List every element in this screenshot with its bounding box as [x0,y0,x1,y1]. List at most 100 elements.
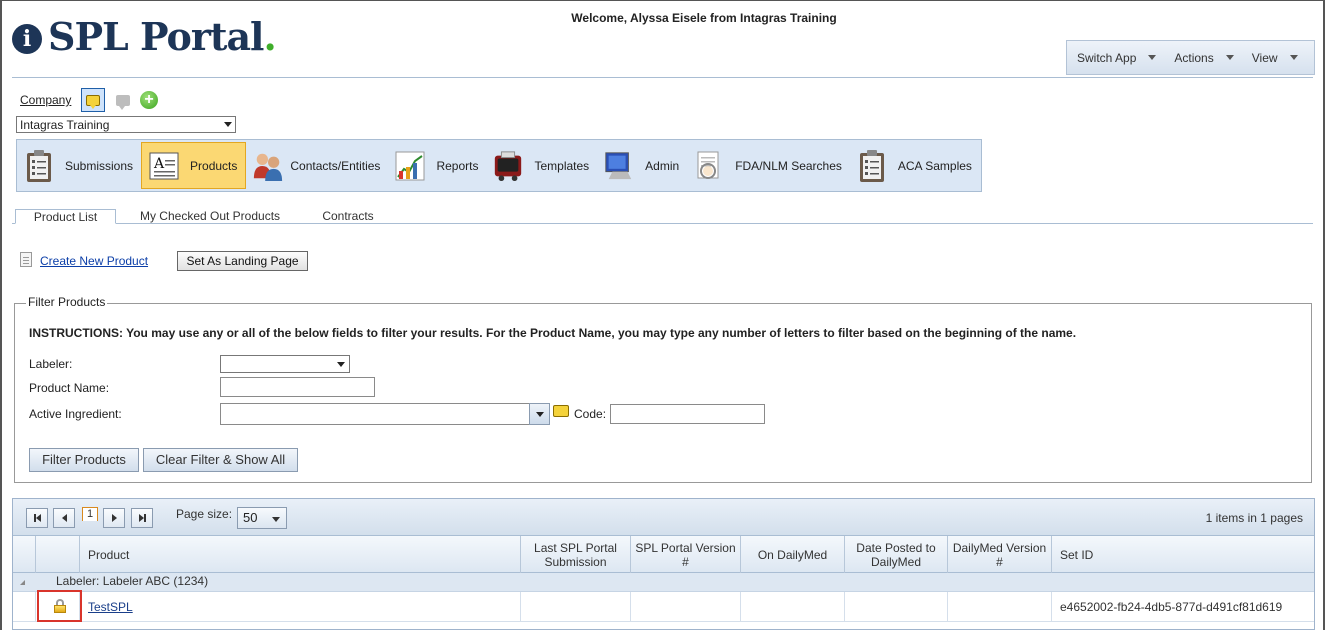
code-input[interactable] [610,404,765,424]
add-company-button[interactable]: + [137,88,161,112]
next-page-icon [111,514,117,522]
tab-checked-out-products[interactable]: My Checked Out Products [130,209,290,224]
menu-actions[interactable]: Actions [1164,51,1241,65]
chevron-down-icon [272,517,280,522]
company-select-value: Intagras Training [20,117,110,132]
row-on-dailymed [741,592,845,622]
col-status [36,536,80,573]
page-size-select[interactable]: 50 [237,507,287,529]
grid-pager: 1 Page size: 50 1 items in 1 pages [13,499,1314,536]
clear-filter-button[interactable]: Clear Filter & Show All [143,448,298,472]
menu-view-label: View [1251,50,1278,65]
nav-contacts[interactable]: Contacts/Entities [246,142,388,189]
nav-admin-label: Admin [645,158,680,173]
active-ingredient-dropdown-button[interactable] [529,403,550,425]
nav-products[interactable]: A Products [141,142,247,189]
last-page-bar-icon [143,514,146,522]
current-page-number[interactable]: 1 [82,507,98,521]
row-product-cell: TestSPL [80,592,521,622]
chevron-down-icon [224,122,232,127]
col-last-submission[interactable]: Last SPL Portal Submission [521,536,631,573]
nav-fda-searches[interactable]: FDA/NLM Searches [687,142,850,189]
company-select[interactable]: Intagras Training [16,116,236,133]
product-name-input[interactable] [220,377,375,397]
active-ingredient-label: Active Ingredient: [29,407,122,421]
col-set-id[interactable]: Set ID [1052,536,1314,573]
col-product[interactable]: Product [80,536,521,573]
filter-legend: Filter Products [26,295,108,309]
nav-contacts-label: Contacts/Entities [290,158,381,173]
company-link[interactable]: Company [20,93,71,107]
nav-templates-label: Templates [534,158,590,173]
add-icon: + [140,91,158,109]
product-name-label: Product Name: [29,381,110,395]
main-nav: Submissions A Products Contacts/Entities… [16,139,982,192]
menu-view[interactable]: View [1242,51,1306,65]
row-portal-version [631,592,741,622]
contacts-people-icon [252,149,284,183]
menu-switch-app[interactable]: Switch App [1067,51,1164,65]
lock-icon [53,599,66,613]
nav-submissions[interactable]: Submissions [17,142,141,189]
menu-switch-app-label: Switch App [1077,50,1137,65]
col-portal-version[interactable]: SPL Portal Version # [631,536,741,573]
menu-actions-label: Actions [1174,50,1214,65]
nav-templates[interactable]: Templates [486,142,597,189]
chevron-down-icon [1148,55,1157,60]
info-badge-icon: i [12,23,42,54]
comment-icon[interactable] [553,405,569,417]
first-page-button[interactable] [26,508,48,528]
labeler-label: Labeler: [29,357,73,371]
chevron-down-icon [535,411,544,417]
collapse-icon[interactable] [20,580,25,585]
page-info: 1 items in 1 pages [1205,511,1303,525]
nav-products-label: Products [190,158,238,173]
group-label: Labeler: Labeler ABC (1234) [56,574,209,588]
labeler-select[interactable] [220,355,350,373]
comment-gray-icon [116,94,130,110]
nav-admin[interactable]: Admin [597,142,687,189]
prev-page-button[interactable] [53,508,75,528]
row-set-id: e4652002-fb24-4db5-877d-d491cf81d619 [1060,600,1283,614]
chevron-down-icon [1225,55,1234,60]
group-row: Labeler: Labeler ABC (1234) [13,573,1314,592]
welcome-message: Welcome, Alyssa Eisele from Intagras Tra… [571,11,837,25]
product-link[interactable]: TestSPL [88,600,133,614]
col-date-posted[interactable]: Date Posted to DailyMed [845,536,948,573]
chart-report-icon [394,149,426,183]
code-label: Code: [574,407,607,421]
lock-status-highlight[interactable] [37,590,82,622]
new-document-icon [20,252,32,267]
comment-icon [86,94,100,109]
row-dailymed-version [948,592,1052,622]
last-page-button[interactable] [131,508,153,528]
tab-product-list[interactable]: Product List [15,209,116,224]
monitor-admin-icon [603,149,635,183]
document-letter-icon: A [148,149,180,183]
filter-products-button[interactable]: Filter Products [29,448,139,472]
next-page-button[interactable] [103,508,125,528]
nav-aca-samples-label: ACA Samples [897,158,972,173]
col-dailymed-version[interactable]: DailyMed Version # [948,536,1052,573]
company-comment-button[interactable] [111,88,135,112]
row-last-submission [521,592,631,622]
svg-text:A: A [153,156,165,172]
tab-contracts[interactable]: Contracts [312,209,384,224]
create-new-product-link[interactable]: Create New Product [40,254,148,268]
page-size-label: Page size: [176,507,233,521]
page-size-value: 50 [243,510,258,525]
filter-instructions: INSTRUCTIONS: You may use any or all of … [29,326,1077,340]
company-notes-toggle[interactable] [81,88,105,112]
col-on-dailymed[interactable]: On DailyMed [741,536,845,573]
nav-submissions-label: Submissions [65,158,134,173]
clipboard-icon [23,149,55,183]
prev-page-icon [61,514,67,522]
nav-reports[interactable]: Reports [388,142,486,189]
chevron-down-icon [1289,55,1298,60]
search-document-icon [693,149,725,183]
row-expand-cell [13,592,36,622]
active-ingredient-input[interactable] [220,403,530,425]
set-landing-page-button[interactable]: Set As Landing Page [177,251,308,271]
nav-aca-samples[interactable]: ACA Samples [850,142,980,189]
clipboard-icon [856,149,888,183]
